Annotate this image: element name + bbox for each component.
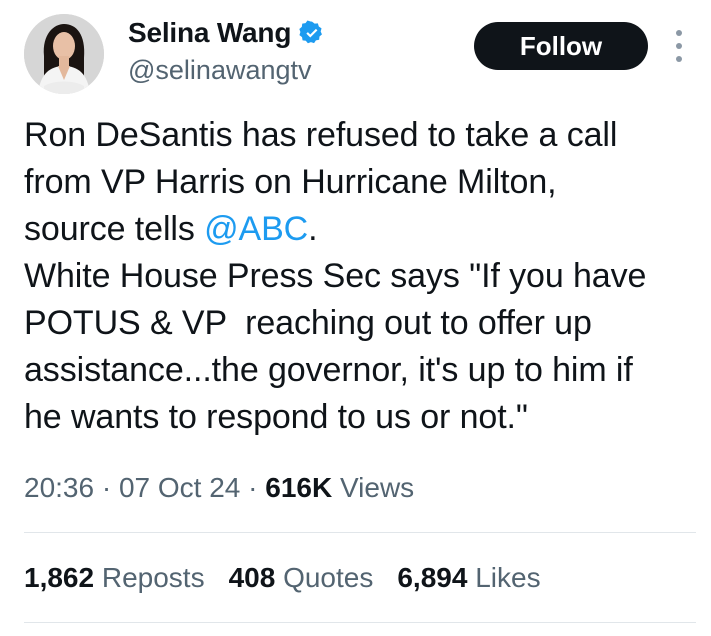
tweet-line-prefix: source tells — [24, 210, 205, 248]
meta-separator: · — [94, 472, 119, 503]
tweet-line-suffix: . — [308, 210, 318, 248]
likes-label: Likes — [467, 562, 541, 593]
tweet-line: assistance...the governor, it's up to hi… — [24, 351, 633, 389]
more-dot — [676, 43, 682, 49]
quotes-stat[interactable]: 408 Quotes — [229, 560, 374, 596]
tweet-date[interactable]: 07 Oct 24 — [119, 472, 240, 503]
more-dot — [676, 56, 682, 62]
tweet-line: he wants to respond to us or not." — [24, 398, 528, 436]
author-handle[interactable]: @selinawangtv — [128, 54, 312, 86]
more-options-icon[interactable] — [668, 30, 690, 62]
views-count: 616K — [265, 472, 333, 503]
engagement-stats: 1,862 Reposts 408 Quotes 6,894 Likes — [24, 560, 541, 596]
tweet-line: White House Press Sec says "If you have — [24, 257, 647, 295]
meta-separator: · — [240, 472, 266, 503]
verified-badge-icon[interactable] — [299, 20, 325, 46]
tweet-line: source tells @ABC. — [24, 206, 694, 253]
tweet-text: Ron DeSantis has refused to take a call … — [24, 112, 694, 441]
likes-count: 6,894 — [397, 562, 468, 593]
author-display-name[interactable]: Selina Wang — [128, 16, 291, 50]
tweet-line: POTUS & VP reaching out to offer up — [24, 304, 592, 342]
avatar[interactable] — [24, 14, 104, 94]
follow-button[interactable]: Follow — [474, 22, 648, 70]
more-dot — [676, 30, 682, 36]
tweet-line: Ron DeSantis has refused to take a call — [24, 116, 618, 154]
tweet-meta: 20:36 · 07 Oct 24 · 616K Views — [24, 470, 414, 506]
tweet-time[interactable]: 20:36 — [24, 472, 94, 503]
profile-photo — [24, 14, 104, 94]
mention-link[interactable]: @ABC — [204, 210, 308, 248]
divider — [24, 532, 696, 533]
divider — [24, 622, 696, 623]
author-name-row: Selina Wang — [128, 16, 325, 50]
tweet-card: Selina Wang @selinawangtv Follow Ron DeS… — [0, 0, 711, 636]
reposts-stat[interactable]: 1,862 Reposts — [24, 560, 205, 596]
likes-stat[interactable]: 6,894 Likes — [397, 560, 540, 596]
views-label: Views — [332, 472, 415, 503]
reposts-label: Reposts — [94, 562, 205, 593]
tweet-line: from VP Harris on Hurricane Milton, — [24, 163, 557, 201]
quotes-label: Quotes — [275, 562, 374, 593]
quotes-count: 408 — [228, 562, 276, 593]
reposts-count: 1,862 — [24, 562, 95, 593]
